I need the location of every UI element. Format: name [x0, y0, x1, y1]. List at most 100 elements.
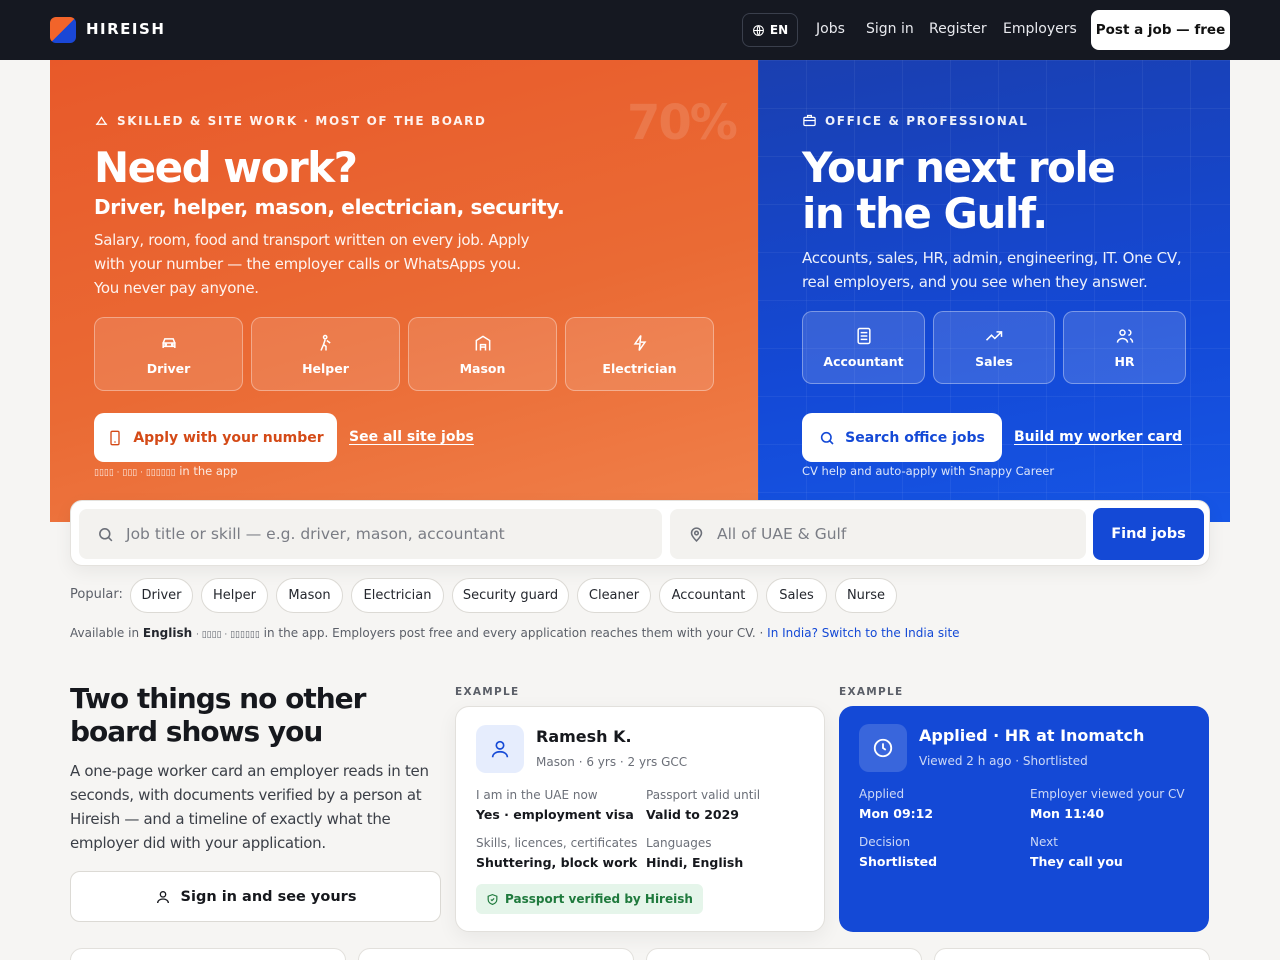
brand-name[interactable]: HIREISH [86, 20, 165, 38]
chip-helper[interactable]: Helper [201, 578, 268, 613]
availability-prefix: Available in [70, 626, 140, 640]
search-icon [99, 527, 113, 541]
tile-accountant[interactable]: Accountant [802, 311, 925, 384]
hero-skilled-work: SKILLED & SITE WORK · MOST OF THE BOARD … [50, 60, 758, 522]
field-value: Mon 09:12 [859, 806, 934, 821]
tile-sales[interactable]: Sales [933, 311, 1055, 384]
timeline-next: Next They call you [1030, 835, 1123, 869]
shield-check-icon [487, 893, 498, 905]
field-label: Next [1030, 835, 1058, 849]
nav-employers-link[interactable]: Employers [1003, 21, 1077, 37]
hint-languages: ▯▯▯▯ · ▯▯▯ · ▯▯▯▯▯▯ [94, 468, 176, 478]
field-value: Yes · employment visa [476, 807, 634, 822]
availability-text: in the app. Employers post free and ever… [263, 626, 764, 640]
logo-icon[interactable] [50, 17, 76, 43]
signin-see-yours-button[interactable]: Sign in and see yours [70, 871, 441, 922]
briefcase-icon [803, 114, 816, 127]
worker-field-skills: Skills, licences, certificates Shutterin… [476, 836, 637, 870]
tile-driver[interactable]: Driver [94, 317, 243, 391]
features-title: Two things no other board shows you [70, 682, 366, 748]
tile-electrician[interactable]: Electrician [565, 317, 714, 391]
bottom-card [358, 948, 634, 960]
worker-field-languages: Languages Hindi, English [646, 836, 743, 870]
stat-watermark: 70% [627, 95, 738, 151]
chip-sales[interactable]: Sales [766, 578, 827, 613]
clock-badge [859, 724, 907, 772]
location-placeholder: All of UAE & Gulf [717, 525, 847, 543]
clock-icon [873, 738, 893, 758]
job-search-placeholder: Job title or skill — e.g. driver, mason,… [126, 525, 505, 543]
nav-jobs-link[interactable]: Jobs [816, 21, 845, 37]
see-all-site-jobs-link[interactable]: See all site jobs [349, 429, 474, 445]
search-icon [820, 431, 834, 445]
hero-left-body: Salary, room, food and transport written… [94, 231, 530, 297]
office-eyebrow-text: OFFICE & PROFESSIONAL [825, 113, 1029, 128]
passport-verified-badge: Passport verified by Hireish [476, 884, 703, 914]
post-job-button[interactable]: Post a job — free [1091, 10, 1230, 50]
language-button[interactable]: EN [742, 13, 798, 47]
field-label: Languages [646, 836, 712, 850]
tile-mason[interactable]: Mason [408, 317, 557, 391]
car-icon [161, 337, 176, 348]
tile-accountant-label: Accountant [823, 354, 904, 369]
tile-hr-label: HR [1114, 354, 1135, 369]
field-label: Applied [859, 787, 905, 801]
bolt-icon [633, 334, 646, 351]
tile-helper[interactable]: Helper [251, 317, 400, 391]
popular-label: Popular: [70, 587, 123, 602]
tile-helper-label: Helper [302, 360, 349, 376]
worker-card-example-label: EXAMPLE [455, 686, 520, 698]
passport-verified-text: Passport verified by Hireish [505, 892, 693, 906]
job-search-bar: Job title or skill — e.g. driver, mason,… [70, 500, 1210, 566]
field-value: Mon 11:40 [1030, 806, 1105, 821]
chip-accountant[interactable]: Accountant [659, 578, 758, 613]
hero-right-title: Your next role in the Gulf. [802, 143, 1116, 237]
find-jobs-button[interactable]: Find jobs [1093, 508, 1204, 560]
search-office-jobs-button[interactable]: Search office jobs [802, 413, 1002, 462]
location-input[interactable]: All of UAE & Gulf [670, 509, 1086, 559]
user-icon [156, 890, 169, 903]
chip-nurse[interactable]: Nurse [835, 578, 897, 613]
tile-driver-label: Driver [146, 360, 191, 376]
tile-mason-label: Mason [459, 360, 506, 376]
building-icon [475, 334, 490, 350]
hardhat-icon [95, 116, 108, 125]
tile-hr[interactable]: HR [1063, 311, 1186, 384]
apply-with-number-label: Apply with your number [133, 429, 324, 446]
hero-left-subtitle: Driver, helper, mason, electrician, secu… [94, 195, 565, 219]
hero-left-hint: ▯▯▯▯ · ▯▯▯ · ▯▯▯▯▯▯ in the app [94, 464, 238, 478]
users-icon [1116, 329, 1133, 343]
hero-right-body: Accounts, sales, HR, admin, engineering,… [802, 249, 1182, 291]
timeline-meta: Viewed 2 h ago · Shortlisted [919, 754, 1088, 768]
nav-signin-link[interactable]: Sign in [866, 21, 914, 37]
globe-icon [752, 24, 764, 36]
features-body: A one-page worker card an employer reads… [70, 762, 429, 852]
chip-electrician[interactable]: Electrician [351, 578, 444, 613]
bottom-card [934, 948, 1210, 960]
chip-driver[interactable]: Driver [130, 578, 193, 613]
apply-with-number-button[interactable]: Apply with your number [94, 413, 337, 462]
top-nav: HIREISH EN Jobs Sign in Register Employe… [0, 0, 1280, 60]
worker-name: Ramesh K. [536, 727, 632, 746]
field-label: Employer viewed your CV [1030, 787, 1185, 801]
field-value: Shortlisted [859, 854, 938, 869]
tile-sales-label: Sales [975, 354, 1013, 369]
trend-up-icon [985, 331, 1003, 341]
switch-india-link[interactable]: In India? Switch to the India site [767, 626, 959, 640]
field-label: Decision [859, 835, 911, 849]
nav-register-link[interactable]: Register [929, 21, 987, 37]
hero-left-title: Need work? [94, 143, 358, 192]
timeline-title: Applied · HR at Inomatch [919, 726, 1145, 745]
location-pin-icon [690, 526, 703, 542]
office-eyebrow: OFFICE & PROFESSIONAL [802, 113, 1029, 128]
bottom-card [70, 948, 346, 960]
build-worker-card-link[interactable]: Build my worker card [1014, 429, 1182, 445]
chip-security-guard[interactable]: Security guard [452, 578, 569, 613]
timeline-decision: Decision Shortlisted [859, 835, 937, 869]
job-search-input[interactable]: Job title or skill — e.g. driver, mason,… [79, 509, 662, 559]
chip-mason[interactable]: Mason [276, 578, 343, 613]
chip-cleaner[interactable]: Cleaner [577, 578, 651, 613]
application-timeline-example: Applied · HR at Inomatch Viewed 2 h ago … [839, 706, 1209, 932]
hero-right-title-line1: Your next role [802, 143, 1116, 192]
skilled-eyebrow-text: SKILLED & SITE WORK · MOST OF THE BOARD [117, 113, 487, 128]
